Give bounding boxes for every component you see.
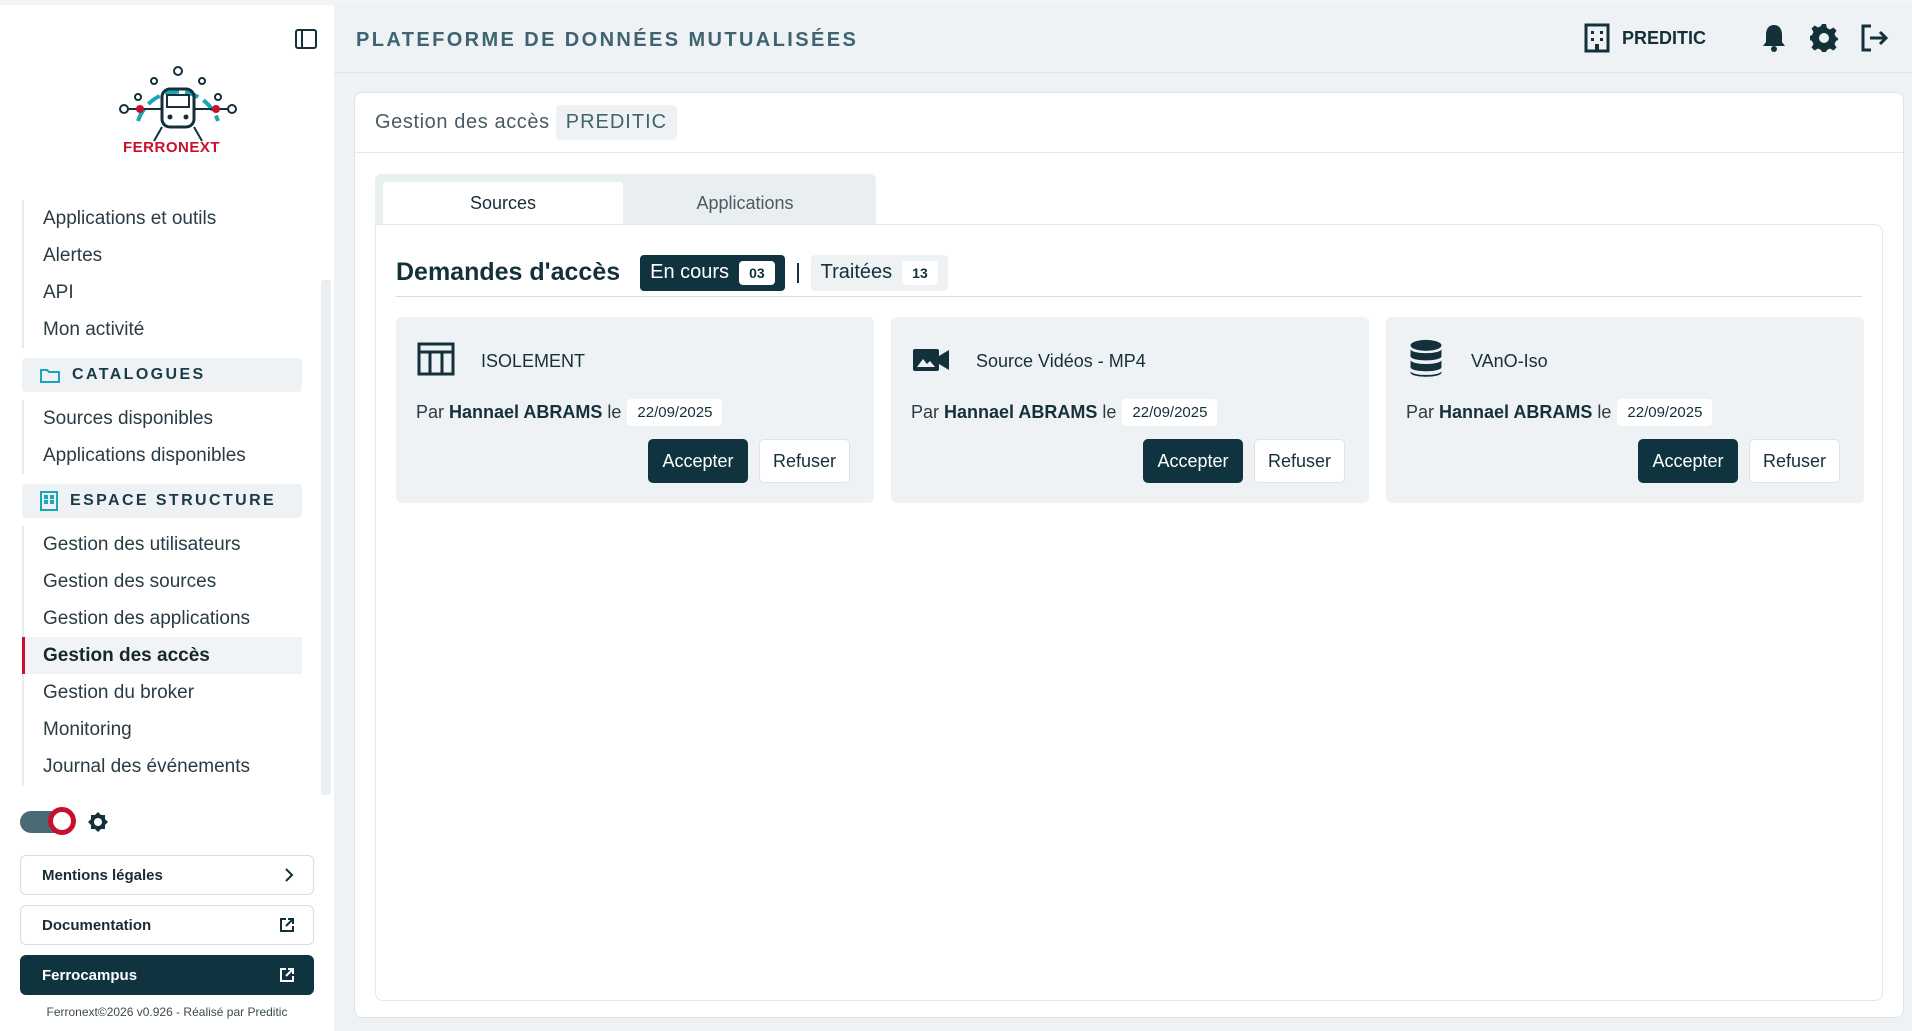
request-source-name: ISOLEMENT — [481, 351, 586, 371]
page-title: Gestion des accès — [375, 111, 550, 133]
sidebar-item-mon-activite[interactable]: Mon activité — [24, 311, 302, 348]
filter-en-cours-label: En cours — [650, 261, 730, 283]
nav-group-catalogues: Sources disponibles Applications disponi… — [22, 400, 302, 474]
filter-traitees[interactable]: Traitées 13 — [810, 254, 948, 291]
external-link-icon — [280, 918, 294, 932]
sidebar-footer: Ferronext©2026 v0.926 - Réalisé par Pred… — [46, 1005, 288, 1019]
sidebar-item-alertes[interactable]: Alertes — [24, 237, 302, 274]
request-by-prefix: Par — [416, 402, 445, 422]
sidebar-item-gestion-applications[interactable]: Gestion des applications — [24, 600, 302, 637]
bell-icon[interactable] — [1758, 22, 1790, 54]
section-espace-structure[interactable]: ESPACE STRUCTURE — [22, 484, 302, 518]
page-header: Gestion des accès PREDITIC — [355, 93, 1903, 153]
request-author: Hannael ABRAMS — [944, 402, 1098, 422]
ferronext-logo: FERRONEXT — [118, 61, 238, 169]
request-by-prefix: Par — [1406, 402, 1435, 422]
tab-panel-sources: Demandes d'accès En cours 03 Traitées 13… — [375, 224, 1883, 1001]
request-date: 22/09/2025 — [1617, 399, 1713, 426]
table-icon — [417, 342, 455, 376]
brightness-icon — [88, 812, 108, 832]
platform-title: PLATEFORME DE DONNÉES MUTUALISÉES — [356, 29, 859, 51]
org-name: PREDITIC — [1621, 27, 1706, 48]
theme-toggle-row — [20, 807, 110, 835]
sidebar-item-monitoring[interactable]: Monitoring — [24, 711, 302, 748]
toggle-knob — [48, 807, 76, 835]
main-card: Gestion des accès PREDITIC Sources Appli… — [354, 92, 1904, 1018]
org-badge: PREDITIC — [555, 105, 678, 140]
chevron-right-icon — [285, 868, 294, 882]
filter-traitees-label: Traitées — [820, 261, 893, 283]
sidebar-item-sources-disponibles[interactable]: Sources disponibles — [24, 400, 302, 437]
header-actions: PREDITIC — [1584, 22, 1890, 54]
ferrocampus-button[interactable]: Ferrocampus — [20, 955, 314, 995]
section-catalogues[interactable]: CATALOGUES — [22, 358, 302, 392]
request-le: le — [607, 402, 622, 422]
sidebar-item-gestion-utilisateurs[interactable]: Gestion des utilisateurs — [24, 526, 302, 563]
logo-text: FERRONEXT — [123, 139, 221, 156]
external-link-icon — [280, 968, 294, 982]
video-icon — [913, 349, 949, 371]
sidebar: FERRONEXT Applications et outils Alertes… — [0, 5, 334, 1031]
nav-group-top: Applications et outils Alertes API Mon a… — [22, 200, 302, 348]
filter-en-cours-count: 03 — [739, 260, 775, 285]
filter-separator — [796, 262, 799, 283]
folder-icon — [40, 369, 60, 383]
filter-traitees-count: 13 — [902, 260, 938, 285]
request-card: Source Vidéos - MP4 Par Hannael ABRAMS l… — [891, 317, 1369, 503]
accept-button[interactable]: Accepter — [1143, 439, 1243, 483]
section-espace-structure-label: ESPACE STRUCTURE — [70, 492, 277, 509]
request-meta: Par Hannael ABRAMS le 22/09/2025 — [416, 399, 723, 426]
sidebar-item-applications-disponibles[interactable]: Applications disponibles — [24, 437, 302, 474]
mentions-legales-button[interactable]: Mentions légales — [20, 855, 314, 895]
section-catalogues-label: CATALOGUES — [72, 366, 206, 383]
database-icon — [1410, 339, 1442, 377]
request-author: Hannael ABRAMS — [1439, 402, 1593, 422]
accept-button[interactable]: Accepter — [648, 439, 748, 483]
request-date: 22/09/2025 — [1122, 399, 1218, 426]
sidebar-collapse-icon[interactable] — [294, 27, 318, 51]
refuse-button[interactable]: Refuser — [759, 439, 850, 483]
ferrocampus-label: Ferrocampus — [42, 966, 138, 984]
tab-sources[interactable]: Sources — [383, 182, 623, 224]
request-date: 22/09/2025 — [627, 399, 723, 426]
mentions-legales-label: Mentions légales — [42, 866, 163, 884]
building-icon — [1584, 23, 1610, 53]
documentation-button[interactable]: Documentation — [20, 905, 314, 945]
accept-button[interactable]: Accepter — [1638, 439, 1738, 483]
request-le: le — [1102, 402, 1117, 422]
tab-applications[interactable]: Applications — [625, 182, 865, 224]
top-header: PLATEFORME DE DONNÉES MUTUALISÉES PREDIT… — [334, 5, 1912, 73]
documentation-label: Documentation — [42, 916, 152, 934]
sidebar-item-journal-evenements[interactable]: Journal des événements — [24, 748, 302, 785]
sidebar-scrollbar[interactable] — [321, 280, 331, 795]
request-source-name: Source Vidéos - MP4 — [976, 351, 1146, 371]
gear-icon[interactable] — [1808, 22, 1840, 54]
theme-toggle[interactable] — [20, 807, 76, 835]
building-icon — [40, 491, 58, 511]
sidebar-item-applications-outils[interactable]: Applications et outils — [24, 200, 302, 237]
request-by-prefix: Par — [911, 402, 940, 422]
request-meta: Par Hannael ABRAMS le 22/09/2025 — [911, 399, 1218, 426]
tabs: Sources Applications — [375, 174, 876, 224]
request-author: Hannael ABRAMS — [449, 402, 603, 422]
request-meta: Par Hannael ABRAMS le 22/09/2025 — [1406, 399, 1713, 426]
requests-title: Demandes d'accès — [396, 258, 621, 286]
nav-group-structure: Gestion des utilisateurs Gestion des sou… — [22, 526, 302, 785]
logout-icon[interactable] — [1858, 22, 1890, 54]
sidebar-item-gestion-acces[interactable]: Gestion des accès — [22, 637, 302, 674]
request-le: le — [1597, 402, 1612, 422]
sidebar-nav: Applications et outils Alertes API Mon a… — [22, 200, 302, 785]
refuse-button[interactable]: Refuser — [1749, 439, 1840, 483]
refuse-button[interactable]: Refuser — [1254, 439, 1345, 483]
request-card: ISOLEMENT Par Hannael ABRAMS le 22/09/20… — [396, 317, 874, 503]
sidebar-item-gestion-broker[interactable]: Gestion du broker — [24, 674, 302, 711]
requests-header: Demandes d'accès En cours 03 Traitées 13 — [396, 254, 1862, 297]
request-card: VAnO-Iso Par Hannael ABRAMS le 22/09/202… — [1386, 317, 1864, 503]
sidebar-item-api[interactable]: API — [24, 274, 302, 311]
sidebar-item-gestion-sources[interactable]: Gestion des sources — [24, 563, 302, 600]
request-source-name: VAnO-Iso — [1471, 351, 1548, 371]
filter-en-cours[interactable]: En cours 03 — [640, 254, 785, 291]
